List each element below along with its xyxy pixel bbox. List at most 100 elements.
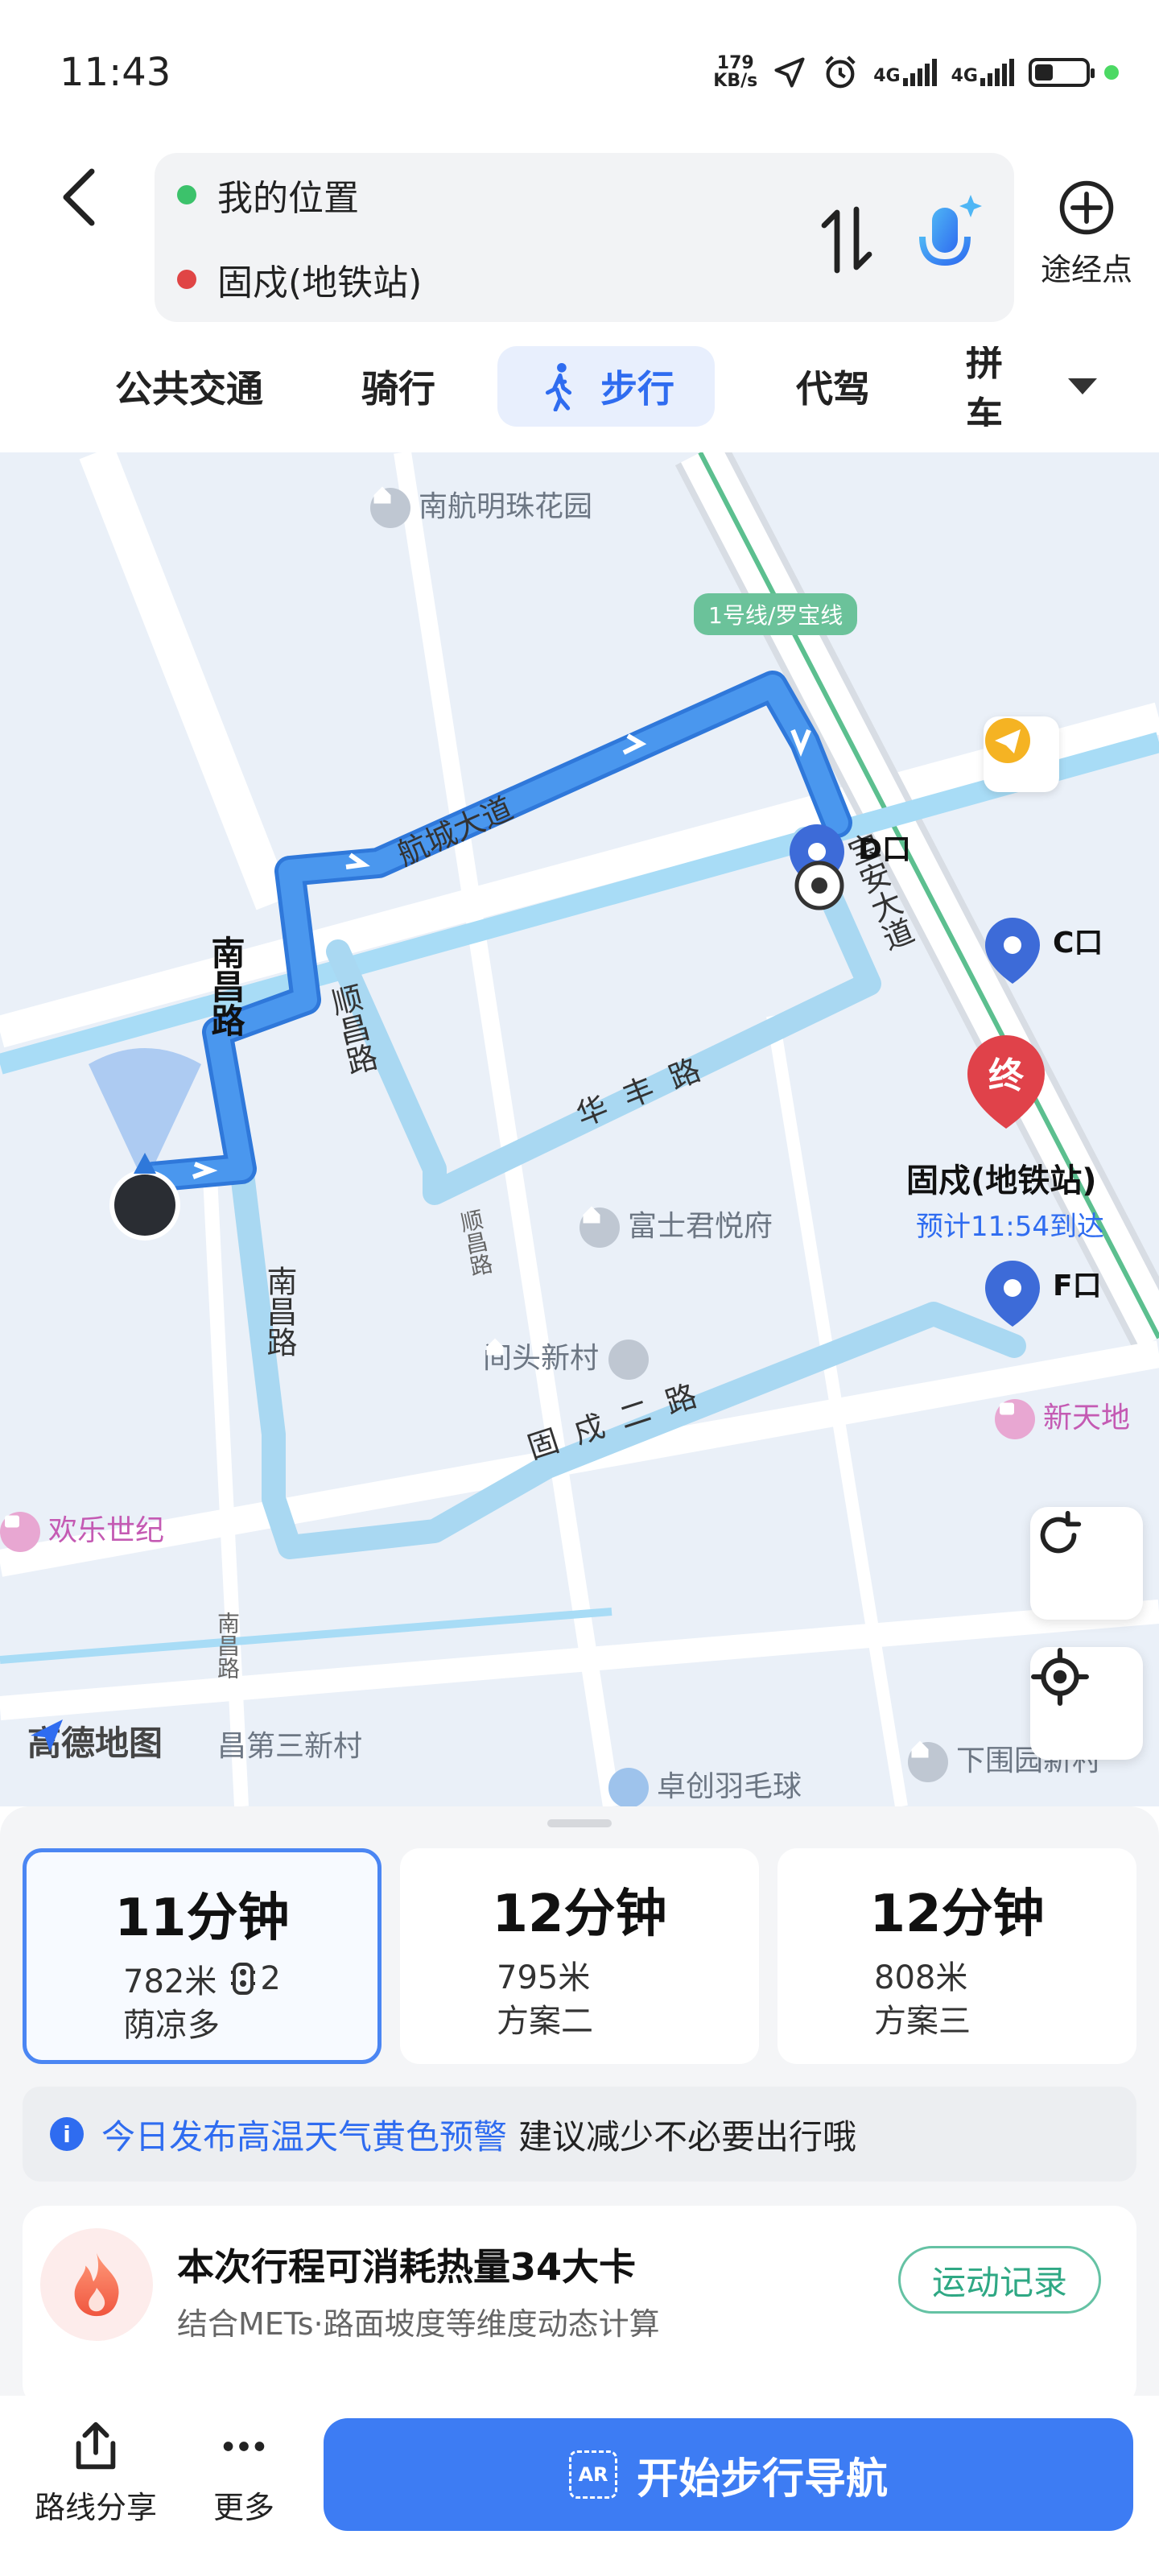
end-location-row[interactable]: 固戍(地铁站) — [177, 254, 422, 305]
plan-meta: 782米 2 — [123, 1955, 281, 2002]
poi-jiantou[interactable]: 间头新村 — [483, 1335, 657, 1380]
end-location-text: 固戍(地铁站) — [217, 262, 423, 303]
plan-card-1[interactable]: 11分钟 782米 2 荫凉多 — [23, 1848, 382, 2064]
tab-cycling[interactable]: 骑行 — [338, 346, 459, 427]
battery-icon — [1029, 58, 1095, 87]
calorie-card: 本次行程可消耗热量34大卡 结合METs·路面坡度等维度动态计算 运动记录 — [23, 2206, 1136, 2407]
exercise-record-button[interactable]: 运动记录 — [898, 2246, 1101, 2314]
paper-plane-icon — [985, 718, 1030, 763]
back-button[interactable] — [56, 161, 113, 233]
eta-label: 预计11:54到达 — [916, 1211, 1104, 1243]
plan-distance: 808米 — [874, 1959, 968, 1996]
bottom-action-bar: 路线分享 更多 AR 开始步行导航 — [0, 2396, 1159, 2576]
plan-meta: 808米 — [874, 1951, 967, 1998]
add-waypoint-button[interactable]: 途经点 — [1030, 177, 1143, 289]
swap-icon — [821, 206, 872, 274]
share-icon — [76, 2421, 116, 2470]
plan-card-3[interactable]: 12分钟 808米 方案三 — [777, 1848, 1136, 2064]
more-modes-button[interactable] — [1054, 362, 1111, 411]
sheet-handle[interactable] — [547, 1819, 612, 1827]
exit-d-label[interactable]: D口 — [858, 826, 911, 868]
plan-meta: 795米 — [497, 1951, 590, 1998]
residential-icon — [908, 1740, 948, 1782]
plan-note: 荫凉多 — [123, 2007, 220, 2044]
more-dots-icon — [223, 2442, 265, 2451]
calorie-title: 本次行程可消耗热量34大卡 — [177, 2245, 637, 2289]
locate-icon — [1031, 1648, 1089, 1706]
status-icons: 179 KB/s 4G 4G — [713, 48, 1119, 97]
voice-input-button[interactable] — [906, 185, 987, 290]
end-marker-label[interactable]: 终 — [972, 1046, 1040, 1098]
travel-mode-tabs: 公共交通 骑行 步行 代驾 拼车 — [0, 346, 1159, 435]
tab-walking[interactable]: 步行 — [497, 346, 715, 427]
waypoint-label: 途经点 — [1040, 252, 1132, 287]
road-label-nanchang-3: 南昌路 — [214, 1612, 241, 1679]
calorie-subtitle: 结合METs·路面坡度等维度动态计算 — [177, 2306, 660, 2342]
start-walking-navigation-button[interactable]: AR 开始步行导航 — [324, 2418, 1133, 2531]
microphone-icon — [919, 195, 982, 279]
weather-warning-bar[interactable]: i 今日发布高温天气黄色预警 建议减少不必要出行哦 — [23, 2087, 1136, 2182]
residential-icon — [370, 486, 410, 528]
tab-driver[interactable]: 代驾 — [773, 346, 893, 427]
map-view[interactable]: 南航明珠花园 1号线/罗宝线 航城大道 宝安大道 南昌路 南昌路 南昌路 顺昌路… — [0, 452, 1159, 1806]
traffic-lights: 2 — [229, 1960, 281, 1997]
map-canvas — [0, 452, 1159, 1806]
shopping-icon — [995, 1399, 1035, 1439]
road-label-nanchang-2: 南昌路 — [262, 1265, 297, 1357]
residential-icon — [486, 1338, 650, 1380]
refresh-button[interactable] — [1030, 1507, 1143, 1620]
shopping-icon — [0, 1512, 40, 1552]
status-time: 11:43 — [60, 50, 171, 95]
sport-icon — [608, 1768, 649, 1806]
warning-text: 建议减少不必要出行哦 — [518, 2116, 857, 2157]
location-arrow-icon — [774, 57, 805, 88]
road-label-nanchang-1: 南昌路 — [206, 935, 245, 1037]
amap-logo-icon — [31, 1719, 63, 1752]
ar-icon: AR — [568, 2450, 617, 2499]
signal-icon: 4G — [873, 59, 937, 86]
plan-note: 方案三 — [874, 2003, 971, 2040]
poi-xintiandi[interactable]: 新天地 — [995, 1394, 1130, 1439]
plus-circle-icon — [1059, 180, 1114, 235]
alarm-icon — [825, 56, 856, 89]
tab-transit[interactable]: 公共交通 — [97, 346, 282, 427]
poi-huanle[interactable]: 欢乐世纪 — [0, 1507, 164, 1552]
amap-logo: 高德地图 — [27, 1716, 163, 1765]
poi-fushi[interactable]: 富士君悦府 — [580, 1203, 773, 1248]
plan-time: 11分钟 — [114, 1889, 290, 1948]
tab-walking-label: 步行 — [600, 367, 674, 411]
more-button[interactable]: 更多 — [175, 2418, 312, 2527]
traffic-light-icon — [231, 1963, 256, 1995]
plan-distance: 795米 — [497, 1959, 591, 1996]
share-route-label: 路线分享 — [34, 2490, 157, 2525]
poi-zhuochuang[interactable]: 卓创羽毛球 — [608, 1763, 802, 1806]
plan-time: 12分钟 — [869, 1885, 1045, 1944]
exit-f-label[interactable]: F口 — [1053, 1262, 1102, 1304]
status-bar: 11:43 179 KB/s 4G 4G — [0, 0, 1159, 145]
walking-icon — [545, 362, 572, 411]
plan-time: 12分钟 — [492, 1885, 667, 1944]
destination-label[interactable]: 固戍(地铁站) — [906, 1154, 1097, 1201]
start-location-row[interactable]: 我的位置 — [177, 169, 359, 221]
start-location-text: 我的位置 — [217, 178, 359, 219]
poi-sancun[interactable]: 昌第三新村 — [217, 1723, 362, 1765]
refresh-icon — [1040, 1510, 1082, 1554]
end-dot — [177, 270, 196, 289]
locate-button[interactable] — [1030, 1647, 1143, 1760]
plan-note: 方案二 — [497, 2003, 593, 2040]
network-speed: 179 KB/s — [713, 53, 758, 91]
chevron-left-icon — [63, 168, 95, 226]
signal-icon-2: 4G — [951, 59, 1014, 86]
more-label: 更多 — [212, 2490, 274, 2525]
metro-line-tag: 1号线/罗宝线 — [694, 593, 858, 635]
start-navigation-label: 开始步行导航 — [636, 2454, 888, 2504]
plan-card-2[interactable]: 12分钟 795米 方案二 — [400, 1848, 759, 2064]
share-location-button[interactable] — [984, 716, 1059, 792]
exit-c-label[interactable]: C口 — [1053, 919, 1103, 961]
plan-distance: 782米 — [123, 1963, 217, 2000]
info-icon: i — [50, 2117, 84, 2151]
flame-icon — [40, 2228, 153, 2341]
swap-button[interactable] — [815, 200, 879, 280]
poi-nanhang[interactable]: 南航明珠花园 — [370, 483, 592, 528]
share-route-button[interactable]: 路线分享 — [27, 2418, 164, 2527]
